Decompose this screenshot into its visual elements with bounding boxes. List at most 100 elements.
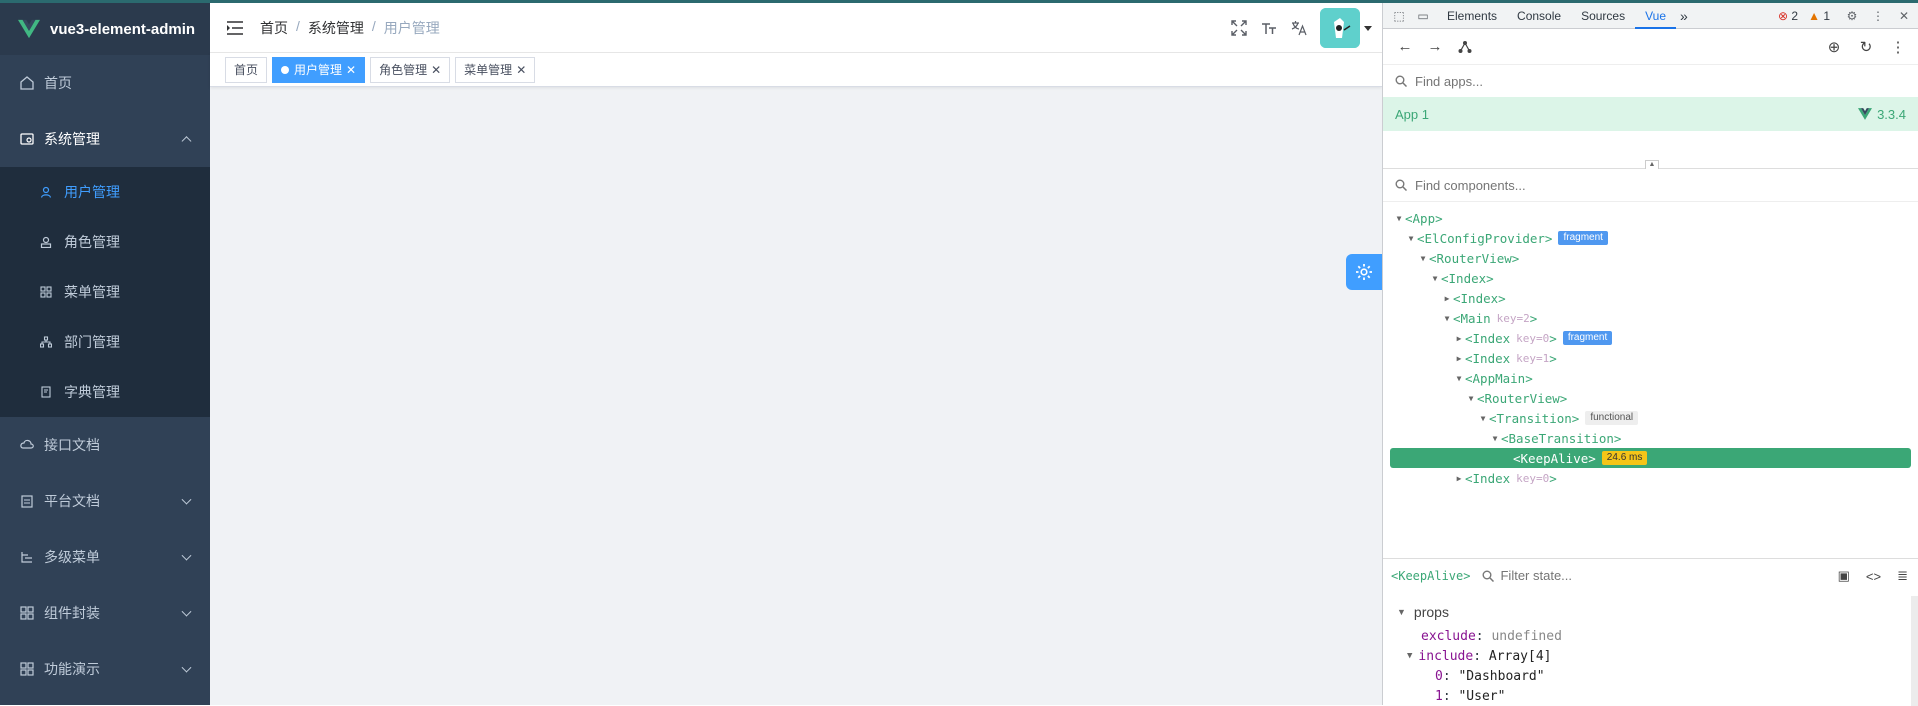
tree-node[interactable]: ▶ <Index> bbox=[1383, 288, 1918, 308]
sidebar-item-system[interactable]: 系统管理 bbox=[0, 111, 210, 167]
breadcrumb-home[interactable]: 首页 bbox=[260, 18, 288, 38]
sidebar-item-departments[interactable]: 部门管理 bbox=[0, 317, 210, 367]
triangle-down-icon[interactable]: ▼ bbox=[1453, 374, 1465, 383]
fullscreen-icon[interactable] bbox=[1230, 19, 1248, 37]
triangle-down-icon[interactable]: ▼ bbox=[1489, 434, 1501, 443]
tree-node-key: key=1 bbox=[1516, 351, 1550, 365]
more-vertical-icon[interactable]: ⋮ bbox=[1870, 8, 1886, 24]
chevron-down-icon bbox=[181, 550, 192, 561]
triangle-right-icon[interactable]: ▶ bbox=[1453, 474, 1465, 483]
sidebar-item-dictionary[interactable]: 字典管理 bbox=[0, 367, 210, 417]
sidebar-item-multi-level[interactable]: 多级菜单 bbox=[0, 529, 210, 585]
tree-node-label: <Index> bbox=[1441, 270, 1494, 286]
tree-node[interactable]: ▼ <Transition> functional bbox=[1383, 408, 1918, 428]
logo[interactable]: vue3-element-admin bbox=[0, 3, 210, 55]
tag-roles[interactable]: 角色管理 ✕ bbox=[370, 56, 451, 83]
state-row: 1: "User" bbox=[1435, 688, 1506, 704]
tree-node[interactable]: ▼ <App> bbox=[1383, 208, 1918, 228]
avatar[interactable] bbox=[1320, 8, 1360, 48]
tree-node[interactable]: ▶ <Index key=0 > bbox=[1383, 468, 1918, 488]
more-tabs-icon[interactable]: » bbox=[1676, 3, 1692, 29]
find-apps-input[interactable] bbox=[1415, 73, 1815, 89]
sidebar-item-api-docs[interactable]: 接口文档 bbox=[0, 417, 210, 473]
tag-label: 菜单管理 bbox=[464, 62, 513, 77]
gear-icon bbox=[1356, 264, 1372, 280]
triangle-down-icon[interactable]: ▼ bbox=[1393, 214, 1405, 223]
target-icon[interactable]: ⊕ bbox=[1826, 39, 1842, 56]
tree-node[interactable]: ▶ <Index key=1 > bbox=[1383, 348, 1918, 368]
close-icon[interactable]: ✕ bbox=[431, 58, 441, 82]
tree-node[interactable]: ▶ <Index key=0 > fragment bbox=[1383, 328, 1918, 348]
tree-node[interactable]: ▼ <BaseTransition> bbox=[1383, 428, 1918, 448]
props-section[interactable]: ▼ props bbox=[1397, 600, 1918, 624]
tree-node[interactable]: ▼ <ElConfigProvider> fragment bbox=[1383, 228, 1918, 248]
collapse-handle-icon[interactable]: ▲ bbox=[1645, 160, 1659, 169]
tag-users[interactable]: 用户管理 ✕ bbox=[272, 56, 366, 83]
tree-node[interactable]: ▼ <RouterView> bbox=[1383, 388, 1918, 408]
warning-count[interactable]: ▲ 1 bbox=[1808, 9, 1830, 23]
tag-label: 首页 bbox=[234, 62, 259, 77]
vue-toolbar: ← → ⊕ ↻ ⋮ bbox=[1383, 29, 1918, 65]
breadcrumb-system[interactable]: 系统管理 bbox=[308, 18, 364, 38]
sidebar-item-home[interactable]: 首页 bbox=[0, 55, 210, 111]
device-toolbar-icon[interactable]: ▭ bbox=[1415, 8, 1431, 24]
triangle-down-icon[interactable]: ▼ bbox=[1477, 414, 1489, 423]
triangle-down-icon[interactable]: ▼ bbox=[1405, 234, 1417, 243]
close-icon[interactable]: ✕ bbox=[1896, 8, 1912, 24]
more-vertical-icon[interactable]: ⋮ bbox=[1890, 39, 1906, 56]
tree-node[interactable]: ▼ <Index> bbox=[1383, 268, 1918, 288]
code-icon[interactable]: <> bbox=[1866, 569, 1881, 584]
caret-down-icon[interactable] bbox=[1364, 25, 1372, 31]
font-size-icon[interactable] bbox=[1260, 19, 1278, 37]
tree-node[interactable]: ▼ <RouterView> bbox=[1383, 248, 1918, 268]
platform-doc-icon bbox=[21, 495, 33, 508]
refresh-icon[interactable]: ↻ bbox=[1858, 39, 1874, 56]
sidebar-item-menus[interactable]: 菜单管理 bbox=[0, 267, 210, 317]
triangle-down-icon[interactable]: ▼ bbox=[1417, 254, 1429, 263]
close-icon[interactable]: ✕ bbox=[516, 58, 526, 82]
triangle-right-icon[interactable]: ▶ bbox=[1441, 294, 1453, 303]
tag-menus[interactable]: 菜单管理 ✕ bbox=[455, 56, 536, 83]
inspect-dom-icon[interactable]: ▣ bbox=[1838, 568, 1850, 584]
forward-arrow-icon[interactable]: → bbox=[1427, 38, 1443, 55]
tab-elements[interactable]: Elements bbox=[1437, 3, 1507, 29]
settings-button[interactable] bbox=[1346, 254, 1382, 290]
triangle-down-icon[interactable]: ▼ bbox=[1441, 314, 1453, 323]
app-name: App 1 bbox=[1395, 106, 1429, 122]
state-row[interactable]: ▼ include: Array[4] bbox=[1397, 646, 1918, 666]
vue-toolbar-actions: ⊕ ↻ ⋮ bbox=[1826, 29, 1906, 65]
tree-node[interactable]: ▼ <Main key=2 > bbox=[1383, 308, 1918, 328]
triangle-right-icon[interactable]: ▶ bbox=[1453, 334, 1465, 343]
triangle-down-icon[interactable]: ▼ bbox=[1465, 394, 1477, 403]
gear-icon[interactable]: ⚙ bbox=[1844, 8, 1860, 24]
sidebar-item-platform-docs[interactable]: 平台文档 bbox=[0, 473, 210, 529]
expand-all-icon[interactable]: ≣ bbox=[1897, 568, 1908, 584]
component-tree-icon[interactable] bbox=[1457, 39, 1473, 55]
close-icon[interactable]: ✕ bbox=[346, 58, 356, 82]
sidebar-item-components[interactable]: 组件封装 bbox=[0, 585, 210, 641]
hamburger-icon[interactable] bbox=[226, 20, 244, 36]
sidebar-item-users[interactable]: 用户管理 bbox=[0, 167, 210, 217]
tree-node-badge: 24.6 ms bbox=[1601, 451, 1648, 465]
scrollbar[interactable] bbox=[1911, 596, 1918, 706]
error-count[interactable]: ⊗ 2 bbox=[1778, 9, 1798, 23]
tab-sources[interactable]: Sources bbox=[1571, 3, 1635, 29]
tree-node[interactable]: <KeepAlive> 24.6 ms bbox=[1390, 448, 1911, 468]
tab-console[interactable]: Console bbox=[1507, 3, 1571, 29]
triangle-down-icon[interactable]: ▼ bbox=[1429, 274, 1441, 283]
language-icon[interactable] bbox=[1290, 19, 1308, 37]
inspect-element-icon[interactable]: ⬚ bbox=[1391, 8, 1407, 24]
back-arrow-icon[interactable]: ← bbox=[1397, 38, 1413, 55]
tree-node-badge: fragment bbox=[1562, 331, 1613, 345]
filter-state-input[interactable] bbox=[1500, 568, 1741, 583]
sidebar-item-roles[interactable]: 角色管理 bbox=[0, 217, 210, 267]
sidebar-item-demo[interactable]: 功能演示 bbox=[0, 641, 210, 697]
tab-vue[interactable]: Vue bbox=[1635, 3, 1676, 29]
triangle-right-icon[interactable]: ▶ bbox=[1453, 354, 1465, 363]
tree-node-label: <Index bbox=[1465, 470, 1511, 486]
tree-node[interactable]: ▼ <AppMain> bbox=[1383, 368, 1918, 388]
pane-splitter[interactable]: ▲ bbox=[1383, 131, 1918, 169]
app-selector[interactable]: App 1 3.3.4 bbox=[1383, 97, 1918, 131]
find-components-input[interactable] bbox=[1415, 177, 1815, 193]
tag-home[interactable]: 首页 bbox=[225, 56, 268, 83]
